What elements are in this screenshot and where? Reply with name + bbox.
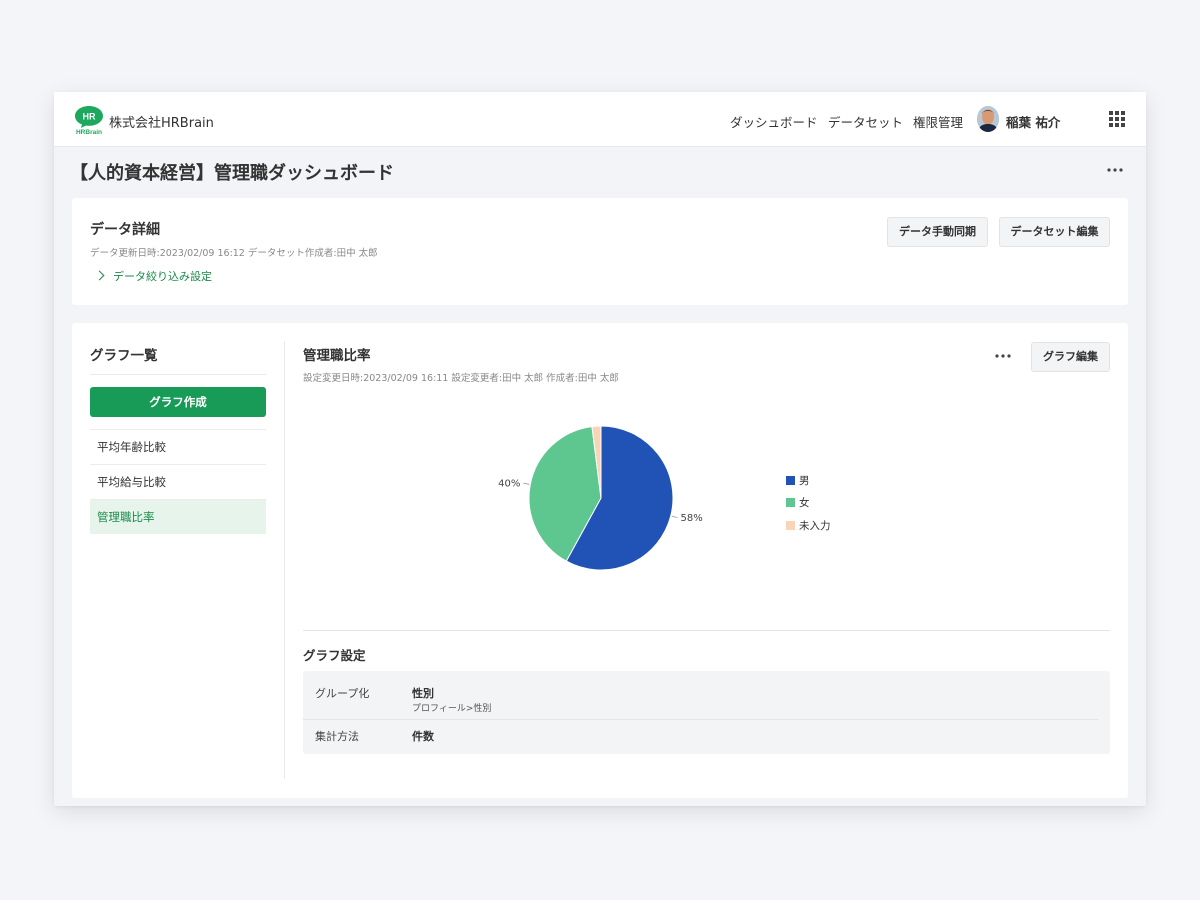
graph-card: グラフ一覧 グラフ作成 平均年齢比較 平均給与比較 管理職比率 管理職比率 設定… [72, 323, 1128, 798]
hrbrain-logo-icon[interactable]: HR HRBrain [74, 105, 104, 135]
legend-label: 未入力 [799, 519, 831, 532]
page-title: 【人的資本経営】管理職ダッシュボード [70, 163, 394, 184]
setting-value-aggregation: 件数 [412, 730, 434, 743]
graph-settings-box: グループ化 性別 プロフィール>性別 集計方法 件数 [303, 671, 1110, 754]
legend-item-male[interactable]: 男 [786, 469, 831, 492]
legend-label: 男 [799, 474, 810, 487]
edit-dataset-button[interactable]: データセット編集 [999, 217, 1110, 247]
graph-meta: 設定変更日時:2023/02/09 16:11 設定変更者:田中 太郎 作成者:… [303, 373, 619, 384]
legend-label: 女 [799, 497, 810, 510]
nav-dataset[interactable]: データセット [828, 112, 903, 131]
sidebar-divider [90, 374, 266, 375]
sidebar-item-manager-ratio[interactable]: 管理職比率 [90, 499, 266, 534]
section-divider [303, 630, 1110, 631]
setting-label-grouping: グループ化 [315, 687, 370, 700]
chevron-right-icon [94, 270, 105, 281]
company-name: 株式会社HRBrain [109, 116, 214, 131]
data-label: 58% [681, 513, 703, 524]
data-label-leader [671, 515, 678, 519]
legend-item-female[interactable]: 女 [786, 492, 831, 515]
graph-settings-title: グラフ設定 [303, 648, 366, 663]
user-name[interactable]: 稲葉 祐介 [1006, 112, 1060, 131]
svg-text:HR: HR [83, 112, 96, 122]
apps-grid-icon[interactable] [1109, 111, 1125, 127]
data-filter-settings-label: データ絞り込み設定 [113, 270, 212, 283]
setting-label-aggregation: 集計方法 [315, 730, 359, 743]
legend-swatch [786, 520, 795, 530]
data-detail-meta: データ更新日時:2023/02/09 16:12 データセット作成者:田中 太郎 [90, 248, 378, 259]
legend-swatch [786, 475, 795, 485]
pie-chart: 58% 40% [498, 425, 703, 571]
create-graph-button[interactable]: グラフ作成 [90, 387, 266, 417]
data-detail-title: データ詳細 [90, 222, 160, 238]
legend-item-unanswered[interactable]: 未入力 [786, 514, 831, 537]
setting-row-divider [303, 719, 1098, 720]
nav-dashboard[interactable]: ダッシュボード [730, 112, 818, 131]
page-more-icon[interactable] [1106, 160, 1124, 180]
sidebar-item-average-salary[interactable]: 平均給与比較 [90, 464, 266, 499]
data-filter-settings-link[interactable]: データ絞り込み設定 [94, 268, 212, 284]
data-sync-button[interactable]: データ手動同期 [887, 217, 988, 247]
app-window: HR HRBrain 株式会社HRBrain ダッシュボード データセット 権限… [54, 92, 1146, 806]
vertical-divider [284, 341, 285, 779]
graph-title: 管理職比率 [303, 348, 371, 364]
data-detail-card: データ詳細 データ更新日時:2023/02/09 16:12 データセット作成者… [72, 198, 1128, 305]
legend-swatch [786, 498, 795, 508]
top-bar: HR HRBrain 株式会社HRBrain ダッシュボード データセット 権限… [54, 92, 1146, 147]
chart-legend: 男女未入力 [786, 469, 831, 537]
avatar[interactable] [977, 106, 999, 132]
sidebar-item-average-age[interactable]: 平均年齢比較 [90, 429, 266, 464]
setting-sub-grouping: プロフィール>性別 [412, 704, 492, 714]
nav-permissions[interactable]: 権限管理 [913, 112, 963, 131]
edit-graph-button[interactable]: グラフ編集 [1031, 342, 1110, 372]
graph-more-icon[interactable] [994, 350, 1012, 362]
data-label: 40% [498, 479, 520, 490]
data-label-leader [523, 482, 530, 485]
svg-text:HRBrain: HRBrain [76, 129, 102, 135]
setting-value-grouping: 性別 [412, 687, 434, 700]
graph-list-title: グラフ一覧 [90, 348, 158, 364]
